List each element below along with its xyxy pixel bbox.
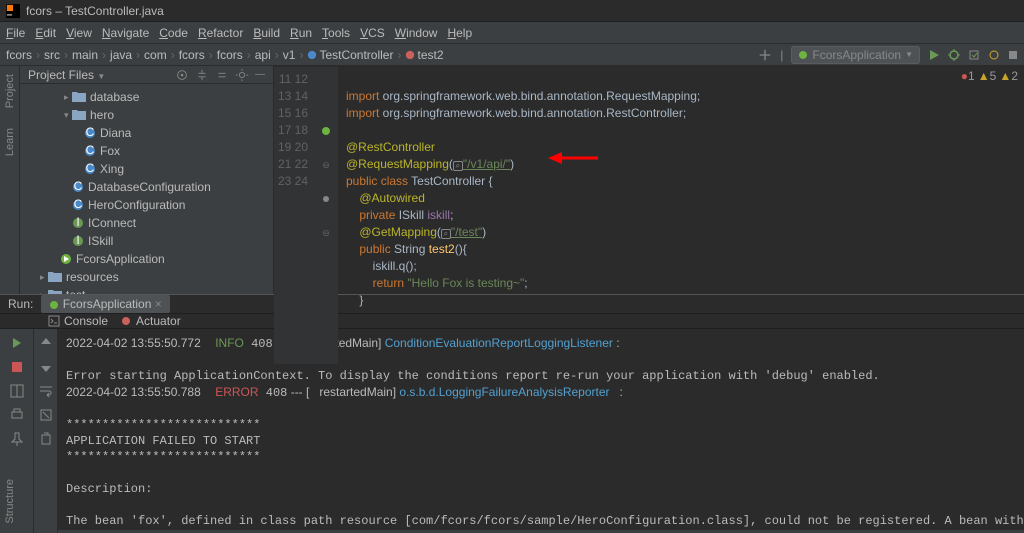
menu-bar: File Edit View Navigate Code Refactor Bu…: [0, 22, 1024, 44]
svg-text:C: C: [86, 145, 95, 157]
tree-item-hero[interactable]: ▾hero: [20, 106, 273, 124]
menu-view[interactable]: View: [66, 26, 92, 40]
menu-tools[interactable]: Tools: [322, 26, 350, 40]
stop-icon[interactable]: [9, 359, 25, 375]
annotation-arrow-icon: [548, 150, 598, 166]
tree-item-fox[interactable]: CFox: [20, 142, 273, 160]
console-toolbar: [34, 329, 58, 533]
tree-item-xing[interactable]: CXing: [20, 160, 273, 178]
scroll-end-icon[interactable]: [38, 407, 54, 423]
tree-item-fcorsapplication[interactable]: FcorsApplication: [20, 250, 273, 268]
code-text[interactable]: import org.springframework.web.bind.anno…: [338, 67, 1024, 364]
menu-refactor[interactable]: Refactor: [198, 26, 243, 40]
tree-item-databaseconfiguration[interactable]: CDatabaseConfiguration: [20, 178, 273, 196]
crumb-3[interactable]: java: [110, 48, 132, 62]
select-opened-icon[interactable]: [175, 68, 189, 82]
svg-text:C: C: [86, 163, 95, 175]
coverage-icon[interactable]: [968, 49, 980, 61]
run-config-select[interactable]: FcorsApplication ▼: [791, 46, 920, 64]
tree-item-iskill[interactable]: IISkill: [20, 232, 273, 250]
structure-tool-tab[interactable]: Structure: [4, 479, 16, 524]
hide-panel-icon[interactable]: —: [255, 69, 265, 80]
crumb-method[interactable]: test2: [417, 48, 443, 62]
project-tree[interactable]: ▸database▾heroCDianaCFoxCXingCDatabaseCo…: [20, 84, 273, 294]
menu-edit[interactable]: Edit: [35, 26, 56, 40]
clear-icon[interactable]: [38, 431, 54, 447]
debug-icon[interactable]: [948, 49, 960, 61]
crumb-8[interactable]: v1: [283, 48, 296, 62]
breadcrumbs: fcors› src› main› java› com› fcors› fcor…: [6, 48, 444, 62]
menu-window[interactable]: Window: [395, 26, 438, 40]
left-bottom-tool-bar: Structure: [0, 473, 20, 530]
spring-icon: [798, 50, 808, 60]
editor: CTestController.java×CFcorsApplication.j…: [274, 66, 1024, 294]
title-bar: fcors – TestController.java: [0, 0, 1024, 22]
toolbar-right: | FcorsApplication ▼: [758, 46, 1018, 64]
tree-item-heroconfiguration[interactable]: CHeroConfiguration: [20, 196, 273, 214]
collapse-all-icon[interactable]: [215, 68, 229, 82]
project-panel-header: Project Files ▼ —: [20, 66, 273, 84]
nav-bar: fcors› src› main› java› com› fcors› fcor…: [0, 44, 1024, 66]
down-icon[interactable]: [38, 359, 54, 375]
menu-code[interactable]: Code: [159, 26, 188, 40]
main: Project Learn Project Files ▼ — ▸databas…: [0, 66, 1024, 294]
tree-item-iconnect[interactable]: IIConnect: [20, 214, 273, 232]
project-panel-title[interactable]: Project Files ▼: [28, 68, 169, 82]
line-gutter[interactable]: 11 12 13 14 15 16 17 18 19 20 21 22 23 2…: [274, 67, 314, 364]
stop-icon[interactable]: [1008, 50, 1018, 60]
layout-icon[interactable]: [9, 383, 25, 399]
console-tab[interactable]: Console: [48, 314, 108, 328]
project-tool-tab[interactable]: Project: [4, 74, 16, 108]
actuator-tab[interactable]: Actuator: [120, 314, 181, 328]
console-icon: [48, 315, 60, 327]
tree-item-test[interactable]: ▸test: [20, 286, 273, 294]
crumb-0[interactable]: fcors: [6, 48, 32, 62]
tree-item-diana[interactable]: CDiana: [20, 124, 273, 142]
app-logo-icon: [6, 4, 20, 18]
gutter-icons[interactable]: ⊖⊖: [314, 67, 338, 364]
menu-file[interactable]: File: [6, 26, 25, 40]
print-icon[interactable]: [9, 407, 25, 423]
crumb-7[interactable]: api: [255, 48, 271, 62]
crumb-1[interactable]: src: [44, 48, 60, 62]
menu-vcs[interactable]: VCS: [360, 26, 385, 40]
crumb-2[interactable]: main: [72, 48, 98, 62]
profile-icon[interactable]: [988, 49, 1000, 61]
svg-text:I: I: [76, 217, 79, 229]
tree-item-resources[interactable]: ▸resources: [20, 268, 273, 286]
svg-text:C: C: [86, 127, 95, 139]
svg-text:C: C: [74, 199, 83, 211]
learn-tool-tab[interactable]: Learn: [4, 128, 16, 156]
svg-text:I: I: [76, 235, 79, 247]
settings-icon[interactable]: [235, 68, 249, 82]
menu-navigate[interactable]: Navigate: [102, 26, 149, 40]
rerun-icon[interactable]: [9, 335, 25, 351]
expand-all-icon[interactable]: [195, 68, 209, 82]
run-icon[interactable]: [928, 49, 940, 61]
crumb-class[interactable]: TestController: [319, 48, 393, 62]
run-label: Run:: [8, 297, 33, 311]
add-config-icon[interactable]: [758, 48, 772, 62]
run-config-tab[interactable]: FcorsApplication ×: [41, 295, 169, 313]
crumb-5[interactable]: fcors: [179, 48, 205, 62]
pin-icon[interactable]: [9, 431, 25, 447]
spring-icon: [49, 300, 59, 310]
project-panel: Project Files ▼ — ▸database▾heroCDianaCF…: [20, 66, 274, 294]
crumb-4[interactable]: com: [144, 48, 167, 62]
up-icon[interactable]: [38, 335, 54, 351]
left-tool-window-bar: Project Learn: [0, 66, 20, 294]
svg-text:C: C: [74, 181, 83, 193]
menu-help[interactable]: Help: [447, 26, 472, 40]
actuator-icon: [120, 315, 132, 327]
code-area[interactable]: ●1 ▲5 ▲2 11 12 13 14 15 16 17 18 19 20 2…: [274, 67, 1024, 364]
wrap-icon[interactable]: [38, 383, 54, 399]
menu-build[interactable]: Build: [253, 26, 280, 40]
menu-run[interactable]: Run: [290, 26, 312, 40]
crumb-6[interactable]: fcors: [217, 48, 243, 62]
tree-item-database[interactable]: ▸database: [20, 88, 273, 106]
window-title: fcors – TestController.java: [26, 4, 164, 18]
